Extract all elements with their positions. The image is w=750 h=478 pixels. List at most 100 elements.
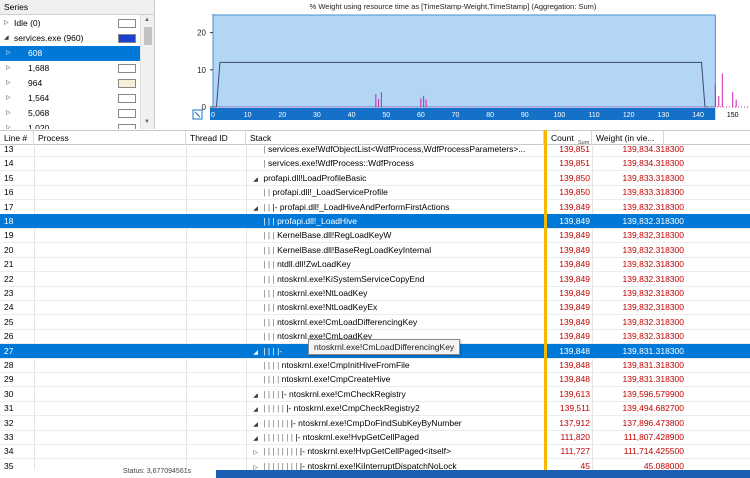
weight-chart[interactable]: 201000 10 20 30 40 50 60 70 80 90 100 110 120 130 140 1… <box>156 0 750 129</box>
stack-frame-label: |- profapi.dll!_LoadHiveAndPerformFirstA… <box>272 201 450 212</box>
series-color-swatch[interactable] <box>118 19 136 28</box>
series-item[interactable]: ▷ 1,020 <box>0 121 140 129</box>
tree-guides: | | <box>261 201 273 212</box>
x-tick-label: 130 <box>658 112 670 119</box>
weight-cell: 139,834.318300 <box>622 158 684 169</box>
table-row[interactable]: 31 ◢ | | | | | |- ntoskrnl.exe!CmpCheckRe… <box>0 401 750 417</box>
table-row[interactable]: 18 | | | profapi.dll!_LoadHive 139,849 139… <box>0 214 750 229</box>
expand-arrow-icon[interactable]: ▷ <box>6 121 11 129</box>
tree-guides: | | | <box>261 230 278 241</box>
tree-guides: | | | | <box>261 360 282 370</box>
table-row[interactable]: 30 ◢ | | | | |- ntoskrnl.exe!CmCheckRegis… <box>0 387 750 402</box>
series-color-swatch[interactable] <box>118 64 136 73</box>
x-tick-label: 110 <box>589 112 600 119</box>
expand-arrow-icon[interactable]: ▷ <box>6 106 11 121</box>
table-row[interactable]: 34 ▷ | | | | | | | | |- ntoskrnl.exe!HvpG… <box>0 444 750 460</box>
table-row[interactable]: 17 ◢ | | |- profapi.dll!_LoadHiveAndPerfo… <box>0 200 750 215</box>
tree-guides: | | | | | | | <box>261 432 296 442</box>
weight-cell: 139,832.318300 <box>622 273 684 284</box>
collapse-arrow-icon[interactable]: ◢ <box>4 31 9 46</box>
series-item[interactable]: ▷ Idle (0) <box>0 16 140 31</box>
series-item[interactable]: ▷ 5,068 <box>0 106 140 121</box>
tree-guides: | | | | <box>261 388 282 399</box>
table-row[interactable]: 20 | | | KernelBase.dll!BaseRegLoadKeyIn… <box>0 243 750 258</box>
line-number: 15 <box>4 172 14 183</box>
stack-cell: | | | KernelBase.dll!BaseRegLoadKeyInter… <box>250 243 544 258</box>
count-cell: 139,848 <box>559 360 590 370</box>
x-tick-label: 90 <box>521 112 529 119</box>
table-row[interactable]: 25 | | | ntoskrnl.exe!CmLoadDifferencing… <box>0 315 750 330</box>
series-color-swatch[interactable] <box>118 124 136 129</box>
x-tick-label: 140 <box>692 112 704 119</box>
table-row[interactable]: 13 | services.exe!WdfObjectList<WdfProce… <box>0 146 750 157</box>
series-scrollbar[interactable]: ▲ ▼ <box>140 15 154 129</box>
line-number: 31 <box>4 403 14 414</box>
count-cell: 139,851 <box>559 146 590 154</box>
table-row[interactable]: 24 | | | ntoskrnl.exe!NtLoadKeyEx 139,849… <box>0 300 750 316</box>
column-weight[interactable]: Weight (in vie... <box>592 131 664 145</box>
column-stack[interactable]: Stack <box>246 131 544 145</box>
weight-cell: 45.088000 <box>643 460 684 470</box>
weight-cell: 139,832.318300 <box>622 302 684 313</box>
series-color-swatch[interactable] <box>118 94 136 103</box>
tree-guides: | | <box>261 187 273 198</box>
line-number: 22 <box>4 273 14 284</box>
series-item[interactable]: ▷ 964 <box>0 76 140 91</box>
scroll-thumb[interactable] <box>144 27 152 45</box>
count-cell: 139,848 <box>559 374 590 385</box>
table-row[interactable]: 29 | | | | ntoskrnl.exe!CmpCreateHive 139… <box>0 372 750 388</box>
column-thread-id[interactable]: Thread ID <box>186 131 246 145</box>
scroll-up-icon[interactable]: ▲ <box>144 17 150 23</box>
stack-frame-label: profapi.dll!LoadProfileBasic <box>263 172 367 183</box>
series-item[interactable]: ◢ services.exe (960) <box>0 31 140 46</box>
table-row[interactable]: 32 ◢ | | | | | | |- ntoskrnl.exe!CmpDoFin… <box>0 416 750 431</box>
series-item-label: 1,688 <box>28 63 50 73</box>
expand-arrow-icon[interactable]: ▷ <box>6 46 11 61</box>
chart-title: % Weight using resource time as [TimeSta… <box>309 2 597 11</box>
line-number: 34 <box>4 446 14 457</box>
expand-arrow-icon[interactable]: ▷ <box>6 76 11 91</box>
table-row[interactable]: 19 | | | KernelBase.dll!RegLoadKeyW 139,8… <box>0 228 750 244</box>
stack-frame-label: ntdll.dll!ZwLoadKey <box>277 259 351 270</box>
line-number: 32 <box>4 417 14 428</box>
table-row[interactable]: 33 ◢ | | | | | | | |- ntoskrnl.exe!HvpGet… <box>0 430 750 445</box>
stack-frame-label: |- ntoskrnl.exe!HvpGetCellPaged<itself> <box>299 446 451 457</box>
series-color-swatch[interactable] <box>118 109 136 118</box>
table-row[interactable]: 15 ◢ profapi.dll!LoadProfileBasic 139,850 1… <box>0 171 750 186</box>
table-row[interactable]: 14 | services.exe!WdfProcess::WdfProcess… <box>0 156 750 172</box>
expand-arrow-icon[interactable]: ▷ <box>6 61 11 76</box>
column-count[interactable]: Count Sum <box>547 131 592 145</box>
column-line[interactable]: Line # <box>0 131 34 145</box>
expand-arrow-icon[interactable]: ▷ <box>250 461 261 470</box>
table-row[interactable]: 28 | | | | ntoskrnl.exe!CmpInitHiveFromF… <box>0 358 750 373</box>
table-row[interactable]: 22 | | | ntoskrnl.exe!KiSystemServiceCop… <box>0 272 750 287</box>
weight-cell: 139,832.318300 <box>622 331 684 342</box>
stack-frame-label: profapi.dll!_LoadHive <box>277 216 357 226</box>
series-item[interactable]: ▷ 1,688 <box>0 61 140 76</box>
stack-frame-label: |- <box>277 345 283 356</box>
scroll-down-icon[interactable]: ▼ <box>144 119 150 125</box>
series-color-swatch[interactable] <box>118 34 136 43</box>
time-selection-region[interactable] <box>212 14 716 108</box>
x-tick-label: 10 <box>244 112 252 119</box>
line-number: 35 <box>4 460 14 470</box>
table-row[interactable]: 16 | | profapi.dll!_LoadServiceProfile 13… <box>0 185 750 201</box>
table-row[interactable]: 21 | | | ntdll.dll!ZwLoadKey 139,849 139,8… <box>0 257 750 273</box>
expand-arrow-icon[interactable]: ▷ <box>4 16 9 31</box>
pivot-divider-bar[interactable] <box>544 130 547 470</box>
table-row[interactable]: 35 ▷ | | | | | | | | |- ntoskrnl.exe!KiIn… <box>0 459 750 470</box>
weight-cell: 139,832.318300 <box>622 244 684 255</box>
graph-area[interactable]: 20 10 0 0 10 20 30 40 50 60 70 80 90 100 110 120 130 140 1… <box>156 0 750 129</box>
line-number: 17 <box>4 201 14 212</box>
horizontal-scrollbar[interactable] <box>216 470 750 478</box>
stack-frame-label: |- ntoskrnl.exe!CmpDoFindSubKeyByNumber <box>290 417 462 428</box>
series-item[interactable]: ▷ 1,564 <box>0 91 140 106</box>
tree-guides: | | | <box>261 345 278 356</box>
count-cell: 139,849 <box>559 302 590 313</box>
column-process[interactable]: Process <box>34 131 186 145</box>
line-number: 24 <box>4 302 14 313</box>
table-row[interactable]: 23 | | | ntoskrnl.exe!NtLoadKey 139,849 13… <box>0 286 750 301</box>
series-item[interactable]: ▷ 608 <box>0 46 140 61</box>
series-color-swatch[interactable] <box>118 79 136 88</box>
expand-arrow-icon[interactable]: ▷ <box>6 91 11 106</box>
